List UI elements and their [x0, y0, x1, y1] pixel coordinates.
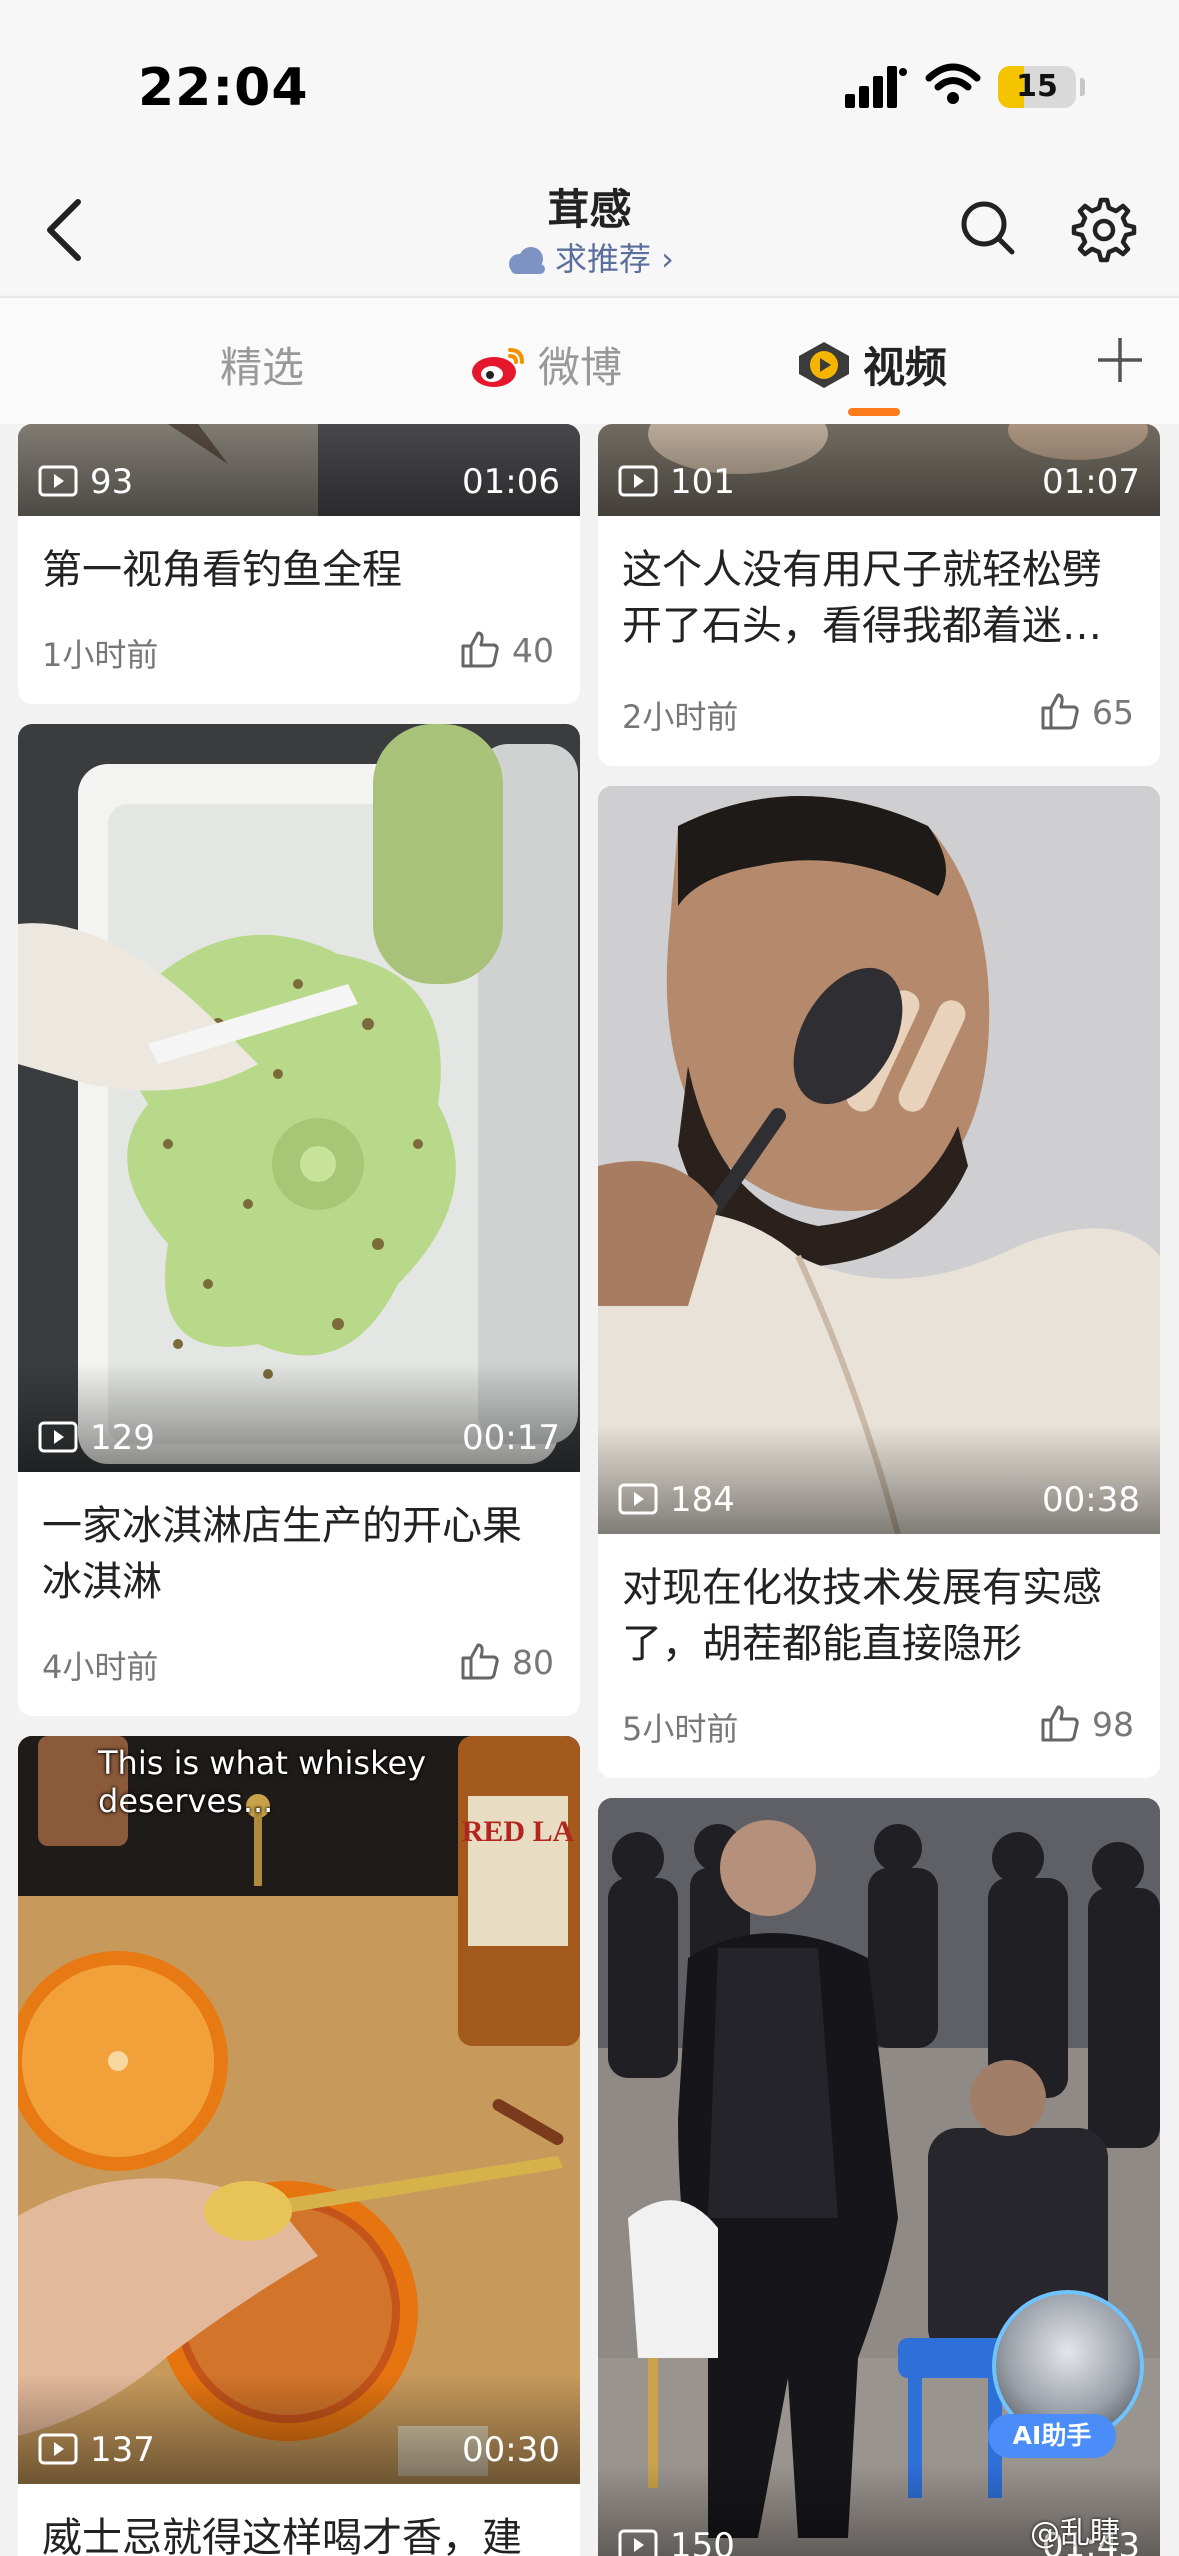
play-count-value: 150 — [670, 2526, 735, 2556]
post-time: 2小时前 — [622, 698, 739, 736]
thumbs-up-icon — [1041, 693, 1079, 730]
like-count-value: 65 — [1092, 693, 1134, 732]
like-count[interactable]: 65 — [1040, 692, 1134, 732]
search-icon[interactable] — [952, 192, 1026, 266]
play-count: 184 — [618, 1480, 735, 1520]
makeup-thumbnail-image — [598, 786, 1160, 1534]
play-count: 129 — [38, 1418, 155, 1458]
play-count: 150 — [618, 2526, 735, 2556]
pistachio-ice-cream-image — [18, 724, 580, 1472]
play-icon — [618, 1483, 658, 1515]
like-count-value: 40 — [512, 631, 554, 670]
gear-icon[interactable] — [1064, 192, 1138, 266]
thumbs-up-icon — [1041, 1705, 1079, 1742]
add-tab-icon[interactable] — [1090, 330, 1150, 390]
status-time: 22:04 — [138, 58, 309, 118]
video-card[interactable]: 129 00:17 一家冰淇淋店生产的开心果冰淇淋 4小时前 80 — [18, 724, 580, 1716]
weibo-watermark: @乱睫 — [1030, 2516, 1120, 2551]
status-bar: 22:04 15 — [0, 0, 1179, 170]
post-time: 5小时前 — [622, 1710, 739, 1748]
video-channel-icon — [799, 342, 849, 388]
like-count[interactable]: 98 — [1040, 1704, 1134, 1744]
active-tab-indicator — [848, 408, 900, 416]
play-count: 137 — [38, 2430, 155, 2470]
video-card[interactable]: RED LA This is what whiskey deserves... — [18, 1736, 580, 2556]
video-card[interactable]: 101 01:07 这个人没有用尺子就轻松劈开了石头，看得我都着迷… 2小时前 … — [598, 424, 1160, 766]
play-icon — [618, 465, 658, 497]
video-duration: 00:30 — [462, 2430, 560, 2470]
play-count: 93 — [38, 462, 133, 502]
weibo-logo-icon — [472, 348, 524, 387]
battery-tip — [1080, 78, 1085, 96]
post-time: 4小时前 — [42, 1648, 159, 1686]
ai-assistant-label: AI助手 — [988, 2414, 1116, 2458]
play-count-value: 93 — [90, 462, 134, 502]
battery-percent: 15 — [1016, 69, 1058, 104]
like-count-value: 80 — [512, 1643, 554, 1682]
video-duration: 01:07 — [1042, 462, 1140, 502]
play-count-value: 129 — [90, 1418, 155, 1458]
play-count-value: 137 — [90, 2430, 155, 2470]
video-thumbnail: 101 01:07 — [598, 424, 1160, 516]
video-thumbnail: RED LA This is what whiskey deserves... — [18, 1736, 580, 2484]
video-duration: 00:17 — [462, 1418, 560, 1458]
video-thumbnail: 129 00:17 — [18, 724, 580, 1472]
tab-video[interactable]: 视频 — [795, 334, 947, 395]
tab-featured-label: 精选 — [220, 343, 305, 392]
video-thumbnail: 184 00:38 — [598, 786, 1160, 1534]
video-title: 对现在化妆技术发展有实感了，胡茬都能直接隐形 — [622, 1565, 1102, 1667]
whiskey-orange-image: RED LA — [18, 1736, 580, 2484]
thumbs-up-icon — [461, 631, 499, 668]
tab-weibo-label: 微博 — [538, 343, 623, 392]
video-title: 威士忌就得这样喝才香，建 — [42, 2515, 522, 2556]
battery-icon: 15 — [998, 66, 1076, 108]
tab-featured[interactable]: 精选 — [220, 334, 304, 395]
tab-video-label: 视频 — [863, 343, 948, 392]
tab-weibo[interactable]: 微博 — [470, 334, 622, 395]
video-card[interactable]: 93 01:06 第一视角看钓鱼全程 1小时前 40 — [18, 424, 580, 704]
play-count-value: 101 — [670, 462, 735, 502]
play-count: 101 — [618, 462, 735, 502]
video-caption-overlay: This is what whiskey deserves... — [98, 1744, 427, 1820]
thumbs-up-icon — [461, 1643, 499, 1680]
play-icon — [38, 465, 78, 497]
ai-assistant-button[interactable]: AI助手 — [986, 2290, 1156, 2476]
video-duration: 01:06 — [462, 462, 560, 502]
like-count[interactable]: 40 — [460, 630, 554, 670]
play-icon — [38, 1421, 78, 1453]
video-duration: 00:38 — [1042, 1480, 1140, 1520]
video-title: 一家冰淇淋店生产的开心果冰淇淋 — [42, 1503, 522, 1605]
play-icon — [38, 2433, 78, 2465]
video-thumbnail: 93 01:06 — [18, 424, 580, 516]
wifi-icon — [925, 63, 981, 104]
like-count-value: 98 — [1092, 1705, 1134, 1744]
cellular-signal-icon — [845, 66, 907, 108]
topic-header: 茸感 求推荐 › — [0, 170, 1179, 294]
tab-bar: 精选 微博 视频 — [0, 296, 1179, 424]
video-title: 第一视角看钓鱼全程 — [42, 547, 402, 593]
play-count-value: 184 — [670, 1480, 735, 1520]
like-count[interactable]: 80 — [460, 1642, 554, 1682]
video-title: 这个人没有用尺子就轻松劈开了石头，看得我都着迷… — [622, 547, 1102, 649]
post-time: 1小时前 — [42, 636, 159, 674]
cloud-icon — [509, 247, 545, 274]
video-feed: 93 01:06 第一视角看钓鱼全程 1小时前 40 101 01:07 这个人… — [0, 424, 1179, 2556]
video-card[interactable]: 184 00:38 对现在化妆技术发展有实感了，胡茬都能直接隐形 5小时前 98 — [598, 786, 1160, 1778]
request-recommend-label: 求推荐 › — [555, 240, 674, 278]
play-icon — [618, 2529, 658, 2556]
